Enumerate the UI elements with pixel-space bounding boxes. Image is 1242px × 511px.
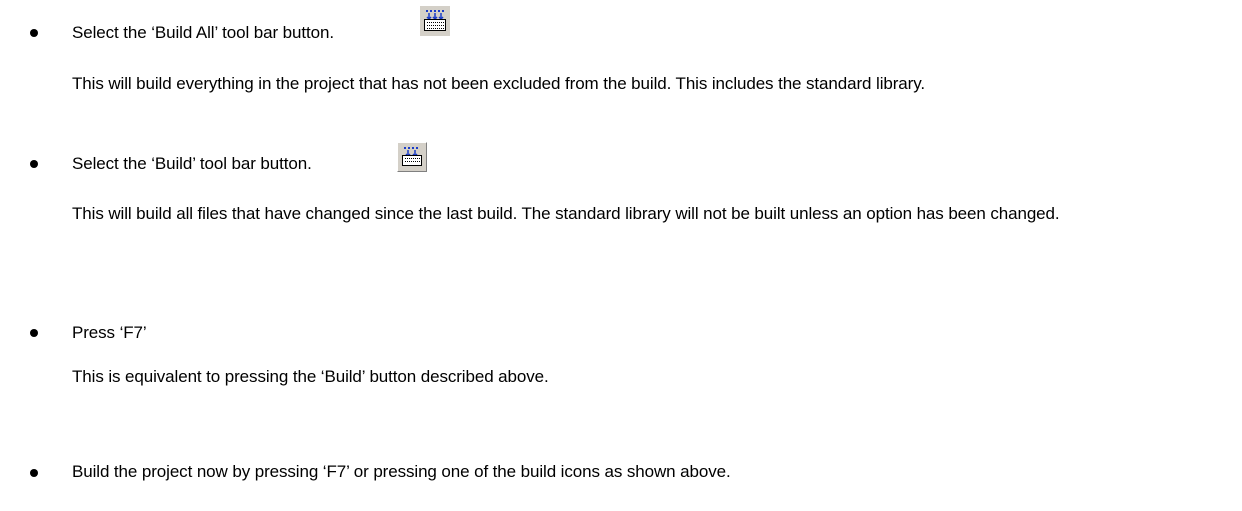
bullet-dot [30,29,38,37]
step-press-f7-label: Press ‘F7’ [72,323,147,342]
bullet-dot [30,329,38,337]
build-icon[interactable] [397,142,427,172]
step-build-label: Select the ‘Build’ tool bar button. [72,154,312,173]
step-build-all-description: This will build everything in the projec… [72,74,925,93]
step-press-f7-description: This is equivalent to pressing the ‘Buil… [72,367,549,386]
bullet-dot [30,469,38,477]
build-all-icon[interactable] [420,6,450,36]
step-build-now-label: Build the project now by pressing ‘F7’ o… [72,462,731,481]
step-build-all-label: Select the ‘Build All’ tool bar button. [72,23,334,42]
document-page: Select the ‘Build All’ tool bar button. [0,0,1242,511]
bullet-dot [30,160,38,168]
step-build-description: This will build all files that have chan… [72,204,1060,223]
